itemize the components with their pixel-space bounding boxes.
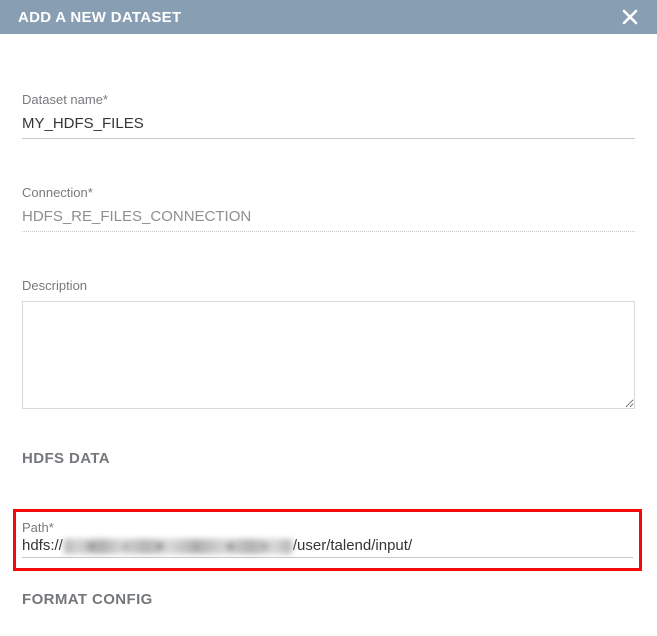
close-icon[interactable] bbox=[621, 8, 639, 26]
hdfs-data-heading: HDFS DATA bbox=[22, 450, 635, 467]
dataset-name-input[interactable] bbox=[22, 109, 635, 139]
dataset-name-field: Dataset name* bbox=[22, 92, 635, 139]
connection-input[interactable] bbox=[22, 202, 635, 232]
path-highlight-box: Path* hdfs:// /user/talend/input/ bbox=[13, 509, 642, 571]
description-field: Description bbox=[22, 278, 635, 414]
dataset-name-label: Dataset name* bbox=[22, 92, 635, 107]
connection-field: Connection* bbox=[22, 185, 635, 232]
form-body: Dataset name* Connection* Description HD… bbox=[0, 34, 657, 636]
path-suffix: /user/talend/input/ bbox=[293, 537, 412, 555]
path-input-wrap[interactable]: hdfs:// /user/talend/input/ bbox=[22, 537, 633, 558]
dialog-title: ADD A NEW DATASET bbox=[18, 9, 181, 26]
path-input: hdfs:// /user/talend/input/ bbox=[22, 537, 633, 555]
connection-label: Connection* bbox=[22, 185, 635, 200]
format-config-heading: FORMAT CONFIG bbox=[22, 591, 635, 608]
path-prefix: hdfs:// bbox=[22, 537, 63, 555]
description-textarea[interactable] bbox=[22, 301, 635, 409]
description-label: Description bbox=[22, 278, 635, 293]
dialog-header: ADD A NEW DATASET bbox=[0, 0, 657, 34]
path-host-redacted bbox=[64, 539, 292, 554]
path-label: Path* bbox=[22, 520, 633, 535]
